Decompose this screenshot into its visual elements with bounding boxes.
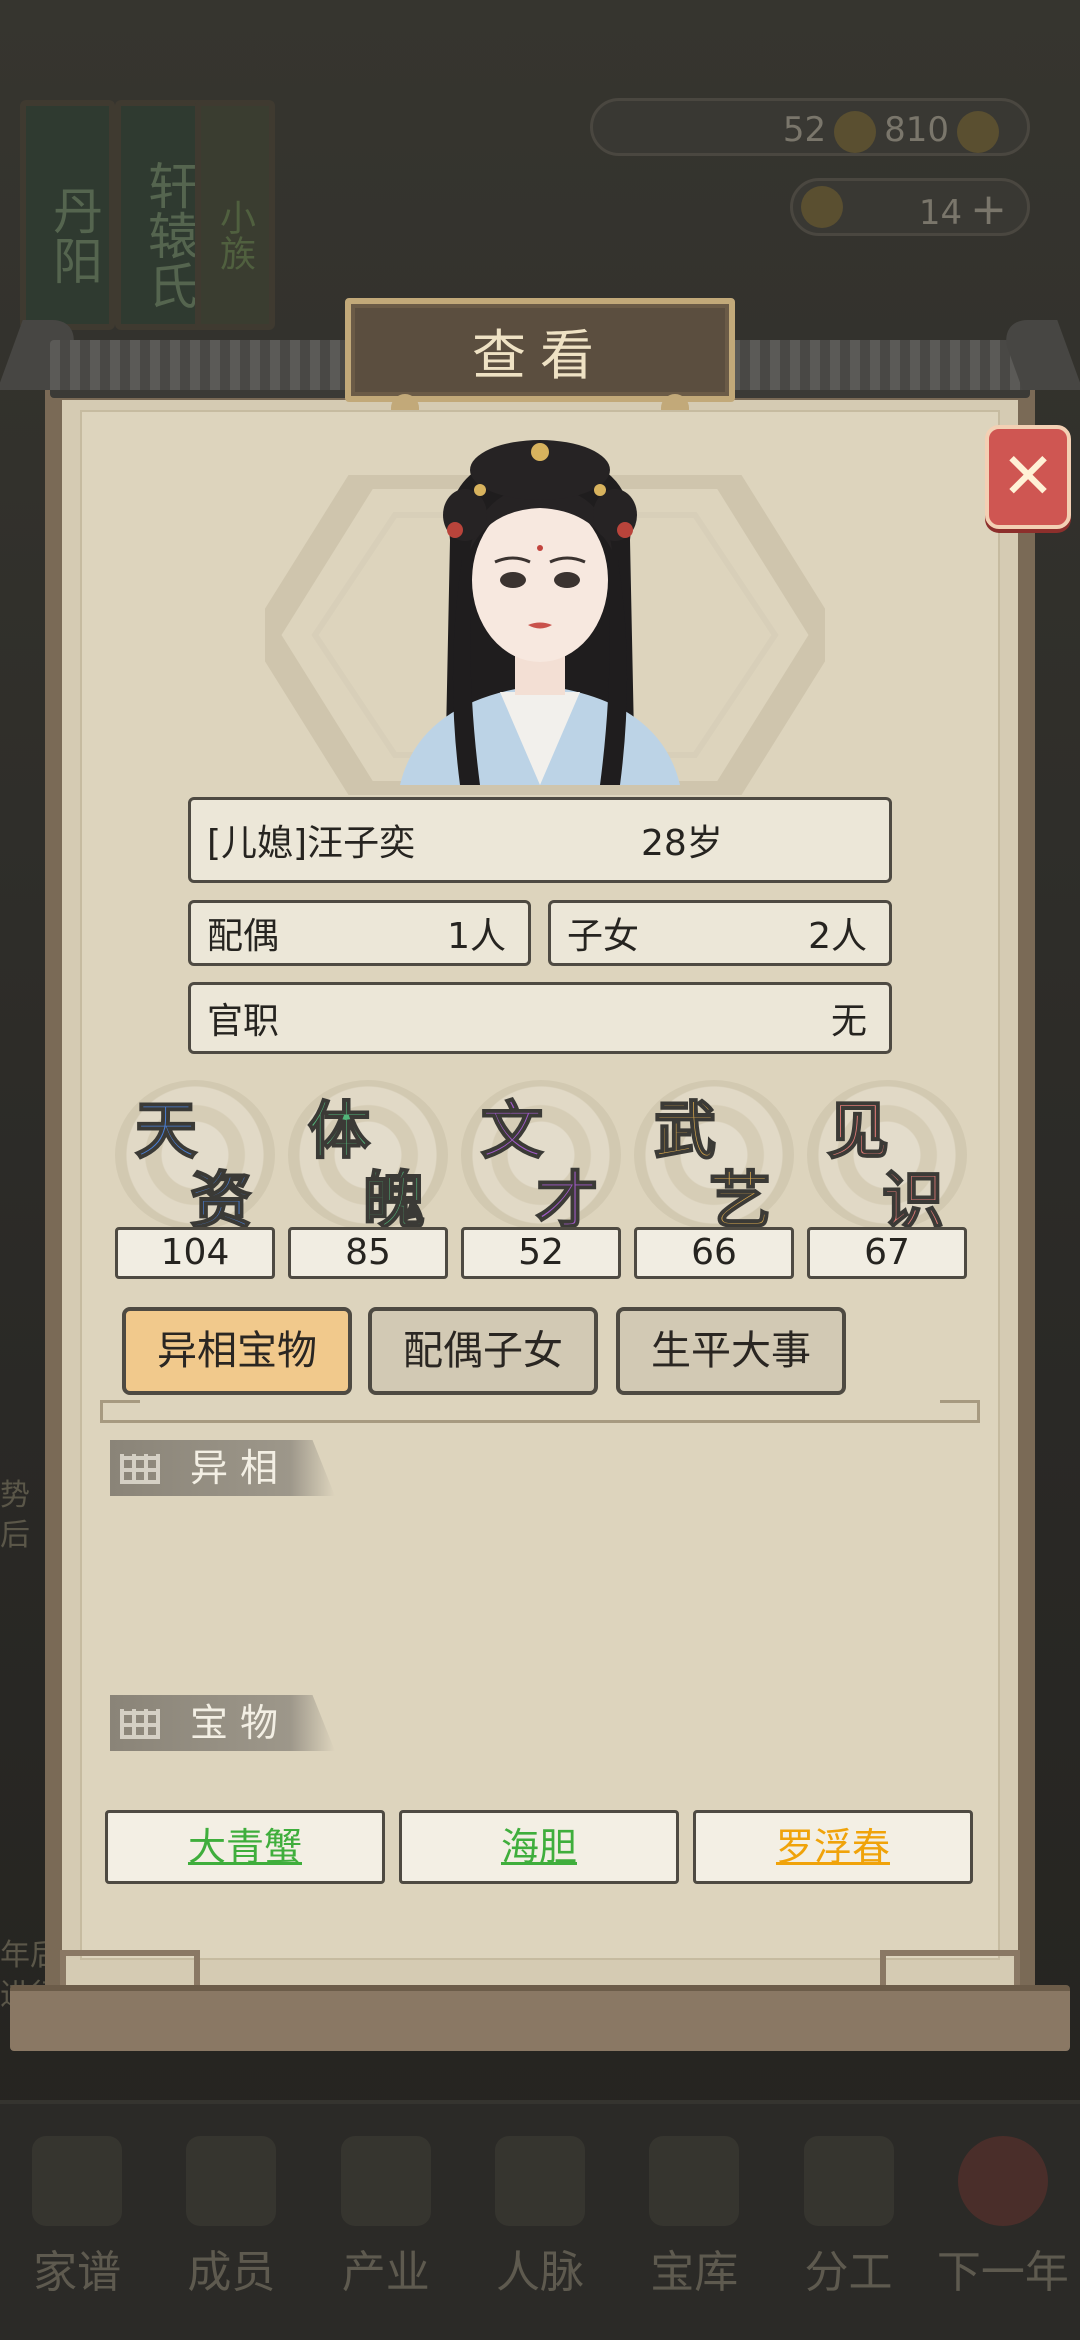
add-icon: +: [970, 184, 1007, 235]
treasure-item[interactable]: 海胆: [399, 1810, 679, 1884]
section-treasures-header: 宝物: [110, 1695, 335, 1751]
silver-icon: [834, 110, 877, 153]
office-value: 无: [830, 1001, 867, 1042]
children-box: 子女 2人: [548, 900, 892, 966]
tab-traits-treasures[interactable]: 异相宝物: [122, 1307, 352, 1395]
office-box: 官职 无: [188, 982, 892, 1054]
treasury-icon: [649, 2136, 740, 2226]
character-name: [儿媳]汪子奕: [207, 823, 416, 864]
spouse-value: 1人: [447, 916, 506, 957]
section-divider: [100, 1420, 980, 1423]
tab-life-events[interactable]: 生平大事: [616, 1307, 846, 1395]
clan-sign-3: 小族: [195, 100, 275, 330]
members-icon: [186, 2136, 277, 2226]
spouse-label: 配偶: [207, 916, 280, 957]
clan-sign-1: 丹阳: [20, 100, 115, 330]
section-traits-header: 异相: [110, 1440, 335, 1496]
dialog-title: 查看: [472, 323, 608, 387]
office-label: 官职: [207, 1001, 280, 1042]
lattice-icon: [120, 1454, 160, 1484]
family-tree-icon: [32, 2136, 123, 2226]
gold-count: 810: [884, 110, 949, 150]
nav-assignments[interactable]: 分工: [781, 2136, 916, 2300]
nav-industry[interactable]: 产业: [318, 2136, 453, 2300]
side-text-2: 后: [0, 1518, 30, 1553]
character-age: 28岁: [641, 823, 723, 864]
knowledge-value: 67: [807, 1227, 967, 1279]
close-icon: ✕: [1001, 440, 1055, 514]
silver-count: 52: [782, 110, 827, 150]
martial-value: 66: [634, 1227, 794, 1279]
treasure-item[interactable]: 大青蟹: [105, 1810, 385, 1884]
nav-treasury[interactable]: 宝库: [627, 2136, 762, 2300]
lantern-icon: [957, 2136, 1048, 2226]
character-name-box: [儿媳]汪子奕 28岁: [188, 797, 892, 883]
children-value: 2人: [808, 916, 867, 957]
ingot-count: 14: [918, 193, 963, 233]
industry-icon: [340, 2136, 431, 2226]
lattice-icon: [120, 1709, 160, 1739]
physique-value: 85: [288, 1227, 448, 1279]
dialog-bottom-rail: [10, 1985, 1070, 2051]
resource-bar-currency: 52 810: [590, 98, 1030, 156]
resource-bar-ingot: 14 +: [790, 178, 1030, 236]
close-button[interactable]: ✕: [985, 425, 1071, 529]
nav-family-tree[interactable]: 家谱: [10, 2136, 145, 2300]
gold-coin-icon: [957, 110, 999, 153]
side-text-1: 势: [0, 1478, 30, 1513]
talent-value: 104: [115, 1227, 275, 1279]
nav-connections[interactable]: 人脉: [472, 2136, 607, 2300]
nav-next-year[interactable]: 下一年: [935, 2136, 1070, 2300]
spouse-box: 配偶 1人: [188, 900, 531, 966]
ingot-icon: [801, 186, 843, 228]
nav-members[interactable]: 成员: [164, 2136, 299, 2300]
dialog-title-plaque: 查看: [345, 298, 735, 410]
connections-icon: [494, 2136, 585, 2226]
assignments-icon: [803, 2136, 894, 2226]
literary-value: 52: [461, 1227, 621, 1279]
treasure-item[interactable]: 罗浮春: [693, 1810, 973, 1884]
bottom-navigation: 家谱 成员 产业 人脉 宝库 分工 下一年: [0, 2100, 1080, 2340]
tab-spouse-children[interactable]: 配偶子女: [368, 1307, 598, 1395]
children-label: 子女: [567, 916, 640, 957]
character-portrait: [400, 440, 680, 785]
